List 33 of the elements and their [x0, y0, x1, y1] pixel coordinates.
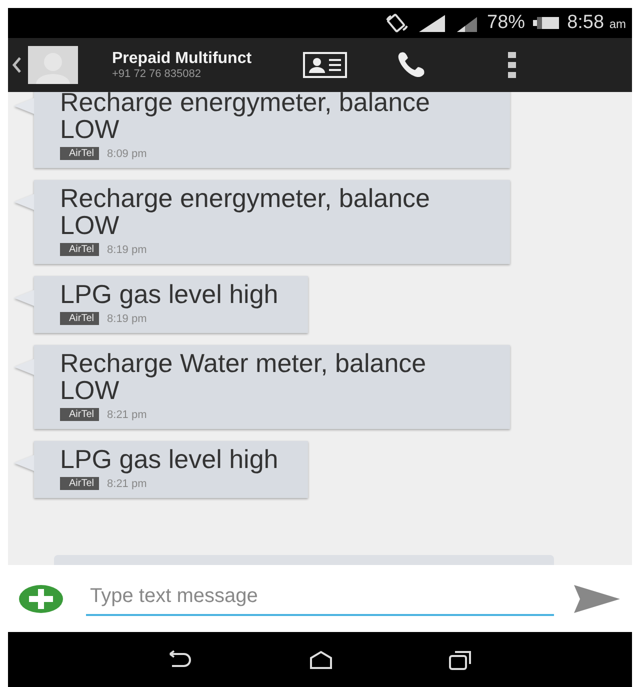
overflow-menu-icon[interactable]: [508, 52, 516, 78]
back-icon[interactable]: [12, 56, 22, 74]
rotation-icon: [385, 13, 410, 33]
send-icon[interactable]: [572, 582, 622, 614]
message-time: 8:21 pm: [107, 478, 147, 490]
sender-tag: AirTel: [60, 243, 100, 256]
sender-tag: AirTel: [60, 312, 100, 325]
sender-tag: AirTel: [60, 408, 100, 421]
contact-name: Prepaid Multifunct: [112, 50, 253, 68]
message-text: LPG gas level high: [60, 281, 278, 308]
message-text: Recharge energymeter, balance LOW: [60, 92, 432, 143]
home-icon[interactable]: [308, 650, 333, 670]
message-time: 8:19 pm: [107, 244, 147, 256]
phone-number: +91 72 76 835082: [112, 68, 202, 80]
message-time: 8:09 pm: [107, 148, 147, 160]
contact-card-icon[interactable]: [302, 51, 348, 79]
message-time: 8:21 pm: [107, 408, 147, 420]
bubble-tail: [14, 359, 34, 375]
battery-percent: 78%: [487, 12, 526, 34]
add-icon[interactable]: [18, 584, 64, 614]
bubble-tail: [14, 194, 34, 210]
message-time: 8:19 pm: [107, 312, 147, 324]
bubble-tail: [14, 98, 34, 114]
bubble-tail: [14, 455, 34, 471]
sender-tag: AirTel: [60, 147, 100, 160]
message-text: Recharge energymeter, balance LOW: [60, 185, 432, 239]
battery-icon: [533, 16, 560, 30]
signal-icon: [417, 13, 448, 33]
sender-tag: AirTel: [60, 477, 100, 490]
message-text: Recharge Water meter, balance LOW: [60, 350, 428, 404]
message-text: LPG gas level high: [60, 446, 278, 473]
bubble-tail: [14, 290, 34, 306]
clock: 8:58 am: [567, 12, 626, 34]
